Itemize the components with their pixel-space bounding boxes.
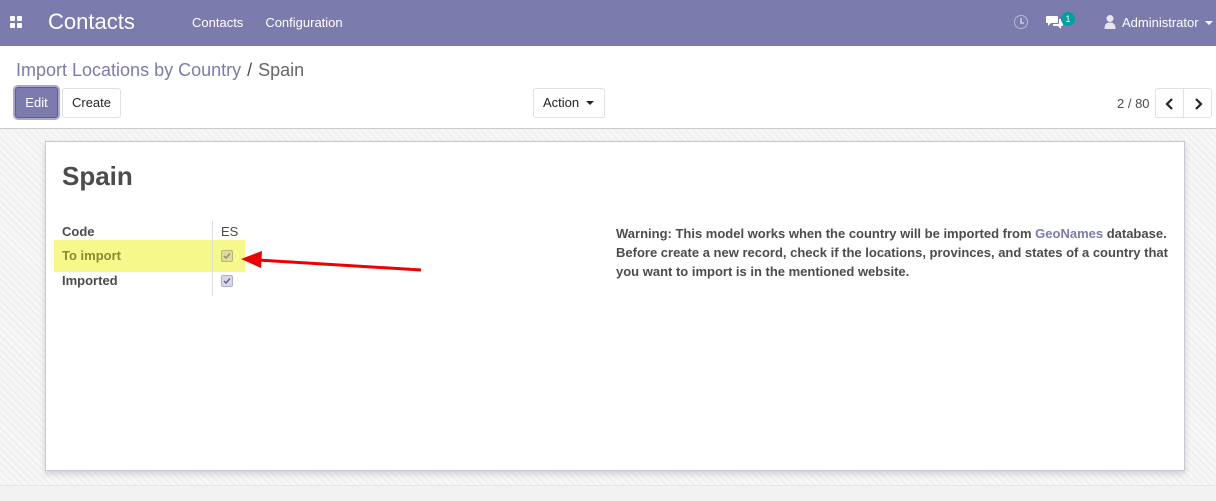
to-import-checkbox[interactable] [221, 250, 233, 262]
imported-label: Imported [62, 273, 118, 288]
warning-prefix: Warning: This model works when the count… [616, 226, 1036, 241]
breadcrumb-separator: / [247, 60, 253, 80]
user-icon[interactable] [1104, 14, 1116, 30]
to-import-label: To import [62, 248, 121, 263]
pager-value[interactable]: 2 / 80 [1117, 96, 1150, 111]
footer-strip [0, 485, 1216, 501]
apps-grid-icon[interactable] [10, 16, 22, 28]
user-menu-name[interactable]: Administrator [1122, 15, 1199, 30]
menu-item-configuration[interactable]: Configuration [265, 15, 342, 30]
breadcrumb-current: Spain [258, 60, 305, 80]
record-title: Spain [62, 161, 133, 191]
menu-item-contacts[interactable]: Contacts [192, 15, 243, 30]
form-sheet: Spain Code ES To import Imported Warning… [45, 141, 1185, 471]
label-column-divider [212, 221, 213, 296]
clock-icon[interactable] [1014, 15, 1028, 29]
control-panel: Import Locations by Country / Spain Edit C… [0, 46, 1216, 129]
chevron-left-icon [1165, 98, 1173, 110]
code-label: Code [62, 224, 95, 239]
app-title[interactable]: Contacts [48, 9, 135, 35]
warning-message: Warning: This model works when the count… [616, 224, 1176, 281]
pager-next-button[interactable] [1183, 88, 1212, 118]
to-import-highlight: To import [54, 240, 245, 272]
top-navbar: Contacts Contacts Configuration 1 Admini… [0, 0, 1216, 46]
pager-previous-button[interactable] [1155, 88, 1184, 118]
check-icon [223, 278, 231, 285]
message-count-badge: 1 [1061, 12, 1075, 26]
imported-checkbox[interactable] [221, 275, 233, 287]
chevron-right-icon [1195, 98, 1203, 110]
geonames-link[interactable]: GeoNames [1035, 226, 1103, 241]
action-label: Action [543, 95, 580, 110]
breadcrumb-parent-link[interactable]: Import Locations by Country [16, 60, 241, 80]
action-dropdown-button[interactable]: Action [533, 88, 605, 118]
main-menu: Contacts Configuration [192, 15, 343, 30]
code-value: ES [221, 224, 239, 239]
edit-button[interactable]: Edit [15, 87, 58, 118]
caret-down-icon [586, 101, 594, 105]
create-button[interactable]: Create [62, 88, 121, 118]
chevron-down-icon[interactable] [1205, 21, 1213, 25]
check-icon [223, 253, 231, 260]
breadcrumb: Import Locations by Country / Spain [16, 59, 304, 81]
